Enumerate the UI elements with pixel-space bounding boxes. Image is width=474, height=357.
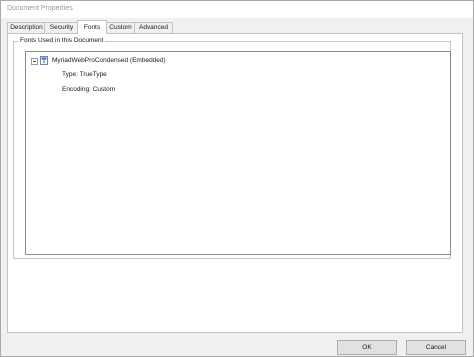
- fonts-groupbox-label: Fonts Used in this Document: [18, 37, 106, 45]
- cancel-button[interactable]: Cancel: [406, 340, 466, 355]
- tab-fonts[interactable]: Fonts: [77, 20, 107, 34]
- title-bar[interactable]: Document Properties: [1, 1, 473, 18]
- ok-button[interactable]: OK: [337, 340, 397, 355]
- font-name: MyriadWebProCondensed (Embedded): [52, 57, 166, 64]
- truetype-font-icon: [40, 56, 48, 65]
- tab-advanced[interactable]: Advanced: [134, 22, 173, 33]
- tab-custom[interactable]: Custom: [105, 22, 136, 33]
- collapse-toggle-icon[interactable]: [31, 58, 38, 65]
- font-type: Type: TrueType: [62, 71, 107, 78]
- window-title: Document Properties: [7, 5, 73, 12]
- font-encoding: Encoding: Custom: [62, 86, 116, 93]
- tab-security[interactable]: Security: [44, 22, 79, 33]
- font-tree[interactable]: MyriadWebProCondensed (Embedded) Type: T…: [25, 51, 451, 255]
- document-properties-dialog: Document Properties Description Security…: [0, 0, 474, 357]
- tab-description[interactable]: Description: [7, 22, 46, 33]
